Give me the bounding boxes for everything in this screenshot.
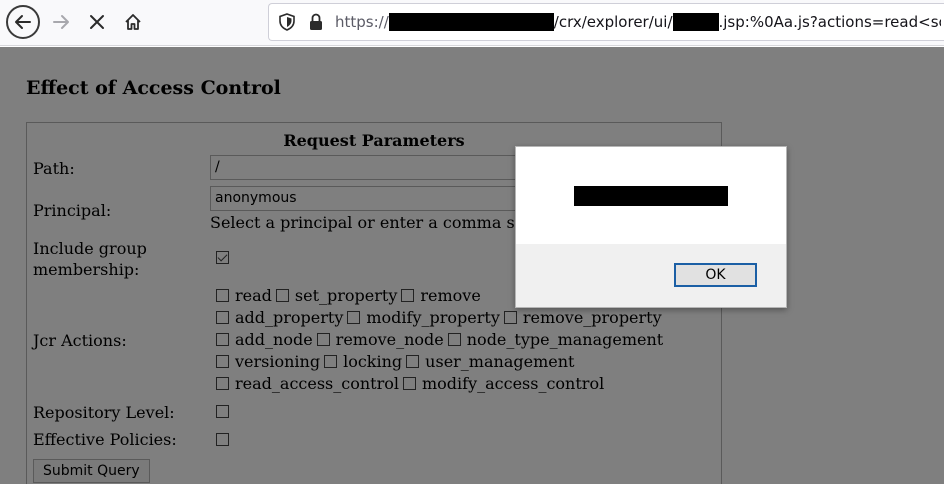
repository-level-checkbox[interactable] — [216, 405, 229, 418]
url-path-mid: /crx/explorer/ui/ — [553, 13, 673, 31]
jcr-actions-row: read_access_control modify_access_control — [216, 374, 608, 393]
jcr-action-option[interactable]: remove_node — [316, 330, 444, 349]
forward-button[interactable] — [44, 5, 78, 39]
home-button[interactable] — [116, 5, 150, 39]
include-group-checkbox[interactable] — [216, 251, 229, 264]
jcr-action-label: remove — [420, 286, 481, 305]
path-input[interactable]: / — [210, 155, 530, 180]
jcr-action-option[interactable]: read — [216, 286, 272, 305]
jcr-action-checkbox[interactable] — [316, 333, 330, 346]
submit-query-button[interactable]: Submit Query — [33, 459, 150, 483]
principal-label: Principal: — [33, 201, 112, 220]
url-suffix: .jsp:%0Aa.js?actions=read<scrip — [718, 13, 942, 31]
principal-input[interactable]: anonymous — [210, 186, 530, 211]
jcr-action-label: locking — [343, 352, 403, 371]
path-label: Path: — [33, 159, 75, 178]
jcr-action-label: read — [235, 286, 272, 305]
group-label-line2: membership: — [33, 260, 140, 279]
jcr-action-label: user_management — [425, 352, 575, 371]
repository-level-label: Repository Level: — [33, 403, 175, 422]
url-prefix: https:// — [335, 13, 389, 31]
jcr-action-option[interactable]: read_access_control — [216, 374, 399, 393]
jcr-action-option[interactable]: remove_property — [503, 308, 662, 327]
jcr-action-checkbox[interactable] — [503, 311, 517, 324]
page-title: Effect of Access Control — [26, 77, 281, 99]
jcr-action-checkbox[interactable] — [216, 333, 229, 346]
jcr-actions-row: read set_property remove — [216, 286, 485, 305]
redacted-alert-message — [574, 186, 728, 206]
dialog-body — [516, 147, 786, 244]
jcr-action-checkbox[interactable] — [324, 355, 338, 368]
jcr-action-option[interactable]: user_management — [406, 352, 574, 371]
jcr-actions-label: Jcr Actions: — [33, 331, 127, 350]
jcr-action-option[interactable]: add_property — [216, 308, 343, 327]
jcr-action-option[interactable]: add_node — [216, 330, 313, 349]
ok-button[interactable]: OK — [674, 263, 757, 287]
jcr-action-checkbox[interactable] — [401, 289, 415, 302]
jcr-actions-row: add_node remove_node node_type_management — [216, 330, 667, 349]
jcr-action-option[interactable]: modify_access_control — [402, 374, 605, 393]
shield-icon[interactable] — [279, 13, 295, 35]
jcr-action-label: modify_property — [366, 308, 500, 327]
jcr-action-checkbox[interactable] — [447, 333, 461, 346]
jcr-action-option[interactable]: modify_property — [347, 308, 500, 327]
url-text[interactable]: https:// /crx/explorer/ui/ .jsp:%0Aa.js?ac… — [335, 13, 941, 31]
back-button[interactable] — [6, 5, 40, 39]
home-icon — [125, 14, 141, 30]
jcr-action-checkbox[interactable] — [216, 377, 229, 390]
redacted-host — [388, 13, 554, 31]
jcr-action-label: set_property — [294, 286, 398, 305]
lock-icon[interactable] — [309, 13, 323, 35]
page-content: Effect of Access Control Request Paramet… — [0, 47, 944, 484]
jcr-action-label: read_access_control — [235, 374, 399, 393]
address-bar[interactable]: https:// /crx/explorer/ui/ .jsp:%0Aa.js?ac… — [268, 3, 944, 41]
jcr-action-label: modify_access_control — [421, 374, 605, 393]
effective-policies-label: Effective Policies: — [33, 430, 177, 449]
jcr-action-option[interactable]: locking — [324, 352, 402, 371]
jcr-action-label: remove_property — [522, 308, 662, 327]
jcr-action-checkbox[interactable] — [406, 355, 420, 368]
arrow-left-icon — [15, 15, 31, 29]
jcr-action-checkbox[interactable] — [347, 311, 361, 324]
jcr-action-option[interactable]: node_type_management — [447, 330, 664, 349]
stop-button[interactable] — [80, 5, 114, 39]
arrow-right-icon — [53, 15, 69, 29]
jcr-action-label: versioning — [235, 352, 321, 371]
jcr-action-checkbox[interactable] — [216, 289, 229, 302]
principal-hint: Select a principal or enter a comma sepa… — [210, 213, 562, 232]
jcr-action-checkbox[interactable] — [216, 311, 229, 324]
jcr-action-label: add_property — [235, 308, 344, 327]
jcr-action-label: add_node — [235, 330, 313, 349]
jcr-action-checkbox[interactable] — [402, 377, 416, 390]
close-icon — [90, 15, 104, 29]
jcr-action-option[interactable]: versioning — [216, 352, 320, 371]
browser-toolbar: https:// /crx/explorer/ui/ .jsp:%0Aa.js?ac… — [0, 0, 944, 46]
jcr-action-label: node_type_management — [466, 330, 664, 349]
jcr-actions-row: add_property modify_property remove_proper… — [216, 308, 666, 327]
redacted-filename — [672, 13, 719, 31]
alert-dialog: OK — [515, 146, 787, 308]
jcr-action-checkbox[interactable] — [216, 355, 229, 368]
effective-policies-checkbox[interactable] — [216, 433, 229, 446]
jcr-action-label: remove_node — [335, 330, 444, 349]
jcr-action-option[interactable]: remove — [401, 286, 481, 305]
group-label-line1: Include group — [33, 239, 147, 258]
jcr-action-checkbox[interactable] — [275, 289, 289, 302]
jcr-action-option[interactable]: set_property — [275, 286, 398, 305]
jcr-actions-row: versioning locking user_management — [216, 352, 578, 371]
